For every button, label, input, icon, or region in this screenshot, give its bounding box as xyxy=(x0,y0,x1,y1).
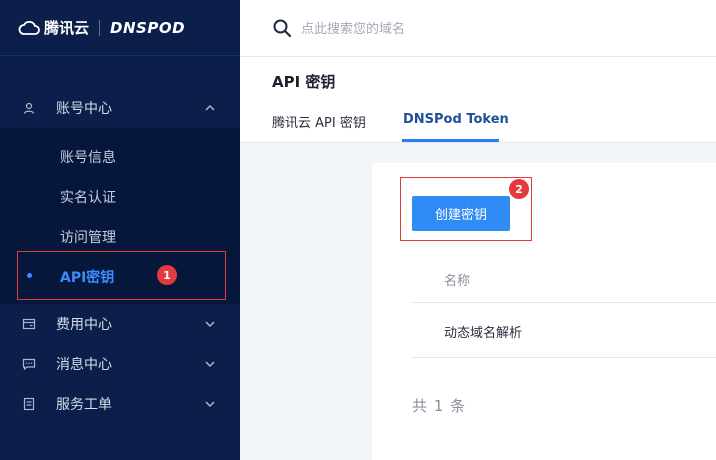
sidebar-group-billing[interactable]: 费用中心 xyxy=(0,304,240,344)
sidebar-item-verification[interactable]: 实名认证 xyxy=(60,187,116,207)
chevron-down-icon xyxy=(205,321,215,328)
create-key-button[interactable]: 创建密钥 xyxy=(412,196,510,231)
page-header: API 密钥 腾讯云 API 密钥 DNSPod Token xyxy=(240,57,716,143)
ticket-icon xyxy=(22,397,36,411)
column-header-name: 名称 xyxy=(444,274,471,289)
domain-search-input[interactable] xyxy=(301,18,681,40)
active-indicator-dot xyxy=(27,273,32,278)
chevron-down-icon xyxy=(205,401,215,408)
active-tab-underline xyxy=(402,139,499,142)
tab-tencent-api-key[interactable]: 腾讯云 API 密钥 xyxy=(272,112,366,131)
sidebar-group-label: 费用中心 xyxy=(56,317,112,333)
sidebar-group-account[interactable]: 账号中心 xyxy=(0,88,240,128)
message-icon xyxy=(22,357,36,371)
top-bar xyxy=(240,0,716,57)
sidebar-item-access-management[interactable]: 访问管理 xyxy=(60,227,116,247)
sidebar-group-label: 服务工单 xyxy=(56,397,112,413)
wallet-icon xyxy=(22,317,36,331)
product-logo: DNSPOD xyxy=(110,18,186,37)
sidebar-item-account-info[interactable]: 账号信息 xyxy=(60,147,116,167)
tab-dnspod-token[interactable]: DNSPod Token xyxy=(403,112,509,127)
step-badge-1: 1 xyxy=(157,265,177,285)
search-icon[interactable] xyxy=(272,18,292,38)
sidebar-item-api-key[interactable]: API密钥 xyxy=(60,267,114,287)
logo-divider xyxy=(99,19,101,36)
table-divider xyxy=(411,302,716,303)
highlight-box-api-key xyxy=(17,251,226,300)
sidebar-group-label: 消息中心 xyxy=(56,357,112,373)
step-badge-2: 2 xyxy=(509,179,529,199)
brand-name: 腾讯云 xyxy=(44,19,90,37)
chevron-up-icon xyxy=(205,104,215,111)
table-divider xyxy=(411,357,716,358)
page-title: API 密钥 xyxy=(272,73,336,91)
sidebar-group-tickets[interactable]: 服务工单 xyxy=(0,384,240,424)
chevron-down-icon xyxy=(205,361,215,368)
logo-bar[interactable]: 腾讯云 DNSPOD xyxy=(0,0,240,56)
sidebar: 腾讯云 DNSPOD 账号中心 账号信息 实名认证 访问管理 API密钥 1 费… xyxy=(0,0,240,460)
table-cell-name[interactable]: 动态域名解析 xyxy=(444,322,522,341)
sidebar-group-label: 账号中心 xyxy=(56,101,112,117)
cloud-logo-icon xyxy=(18,20,40,35)
sidebar-group-messages[interactable]: 消息中心 xyxy=(0,344,240,384)
pagination-total: 共 1 条 xyxy=(412,397,467,415)
user-icon xyxy=(22,101,36,115)
